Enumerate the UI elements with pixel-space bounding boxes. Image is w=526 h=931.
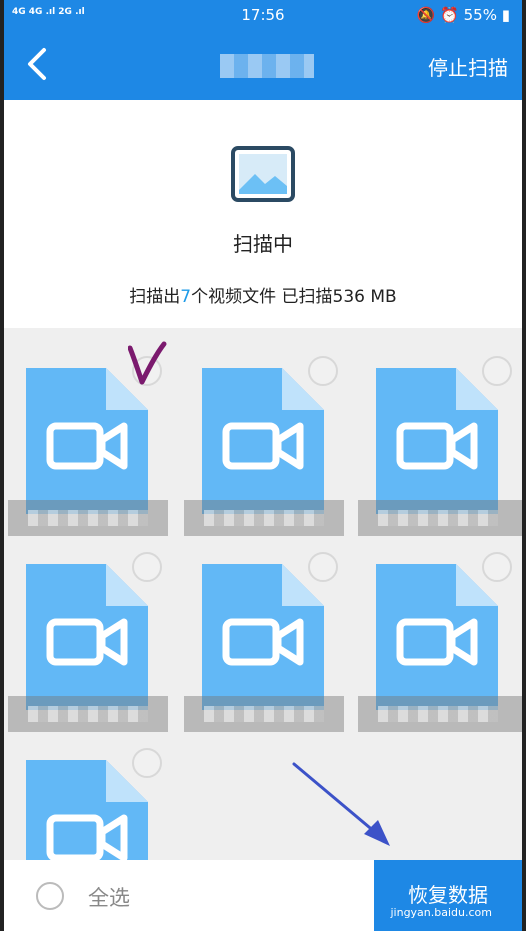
file-name-blurred	[358, 696, 522, 732]
image-icon	[231, 146, 295, 202]
status-bar: 4G 4G .ıl 2G .ıl 17:56 🔕 ⏰ 55% ▮	[0, 0, 526, 30]
scan-status: 扫描中	[233, 232, 293, 256]
video-file-icon	[26, 760, 148, 860]
file-name-blurred	[184, 696, 344, 732]
select-radio[interactable]	[132, 552, 162, 582]
watermark: jingyan.baidu.com	[390, 906, 492, 919]
back-button[interactable]	[18, 44, 58, 84]
chevron-left-icon	[28, 48, 46, 80]
app-bar: 停止扫描	[0, 30, 526, 100]
select-radio[interactable]	[482, 356, 512, 386]
summary-suffix: 个视频文件 已扫描536 MB	[191, 287, 397, 307]
stop-scan-button[interactable]: 停止扫描	[428, 52, 508, 81]
video-file-tile[interactable]	[354, 328, 522, 536]
video-file-tile[interactable]	[180, 328, 344, 536]
video-file-icon	[202, 564, 324, 710]
video-file-tile[interactable]	[354, 524, 522, 732]
summary-prefix: 扫描出	[129, 287, 181, 307]
video-file-grid	[4, 328, 522, 860]
select-radio[interactable]	[308, 356, 338, 386]
page-title-blurred	[220, 54, 314, 78]
select-radio[interactable]	[308, 552, 338, 582]
annotation-arrow	[292, 762, 390, 846]
select-all-label[interactable]: 全选	[88, 882, 130, 912]
select-all-radio[interactable]	[36, 882, 64, 910]
video-file-icon	[376, 368, 498, 514]
video-file-tile[interactable]	[4, 524, 168, 732]
video-file-icon	[202, 368, 324, 514]
recover-data-button[interactable]: 恢复数据	[374, 860, 522, 931]
video-count: 7	[180, 287, 192, 307]
scan-panel: 扫描中 扫描出7个视频文件 已扫描536 MB	[4, 100, 522, 328]
scan-summary: 扫描出7个视频文件 已扫描536 MB	[4, 282, 522, 307]
select-radio[interactable]	[482, 552, 512, 582]
bottom-action-bar: 全选 恢复数据	[4, 860, 522, 931]
handdrawn-check-annotation	[128, 341, 167, 385]
status-right: 🔕 ⏰ 55% ▮	[416, 6, 510, 24]
video-file-icon	[26, 564, 148, 710]
video-file-icon	[376, 564, 498, 710]
select-radio[interactable]	[132, 748, 162, 778]
video-file-icon	[26, 368, 148, 514]
video-file-tile[interactable]	[4, 720, 166, 860]
video-file-tile[interactable]	[180, 524, 344, 732]
